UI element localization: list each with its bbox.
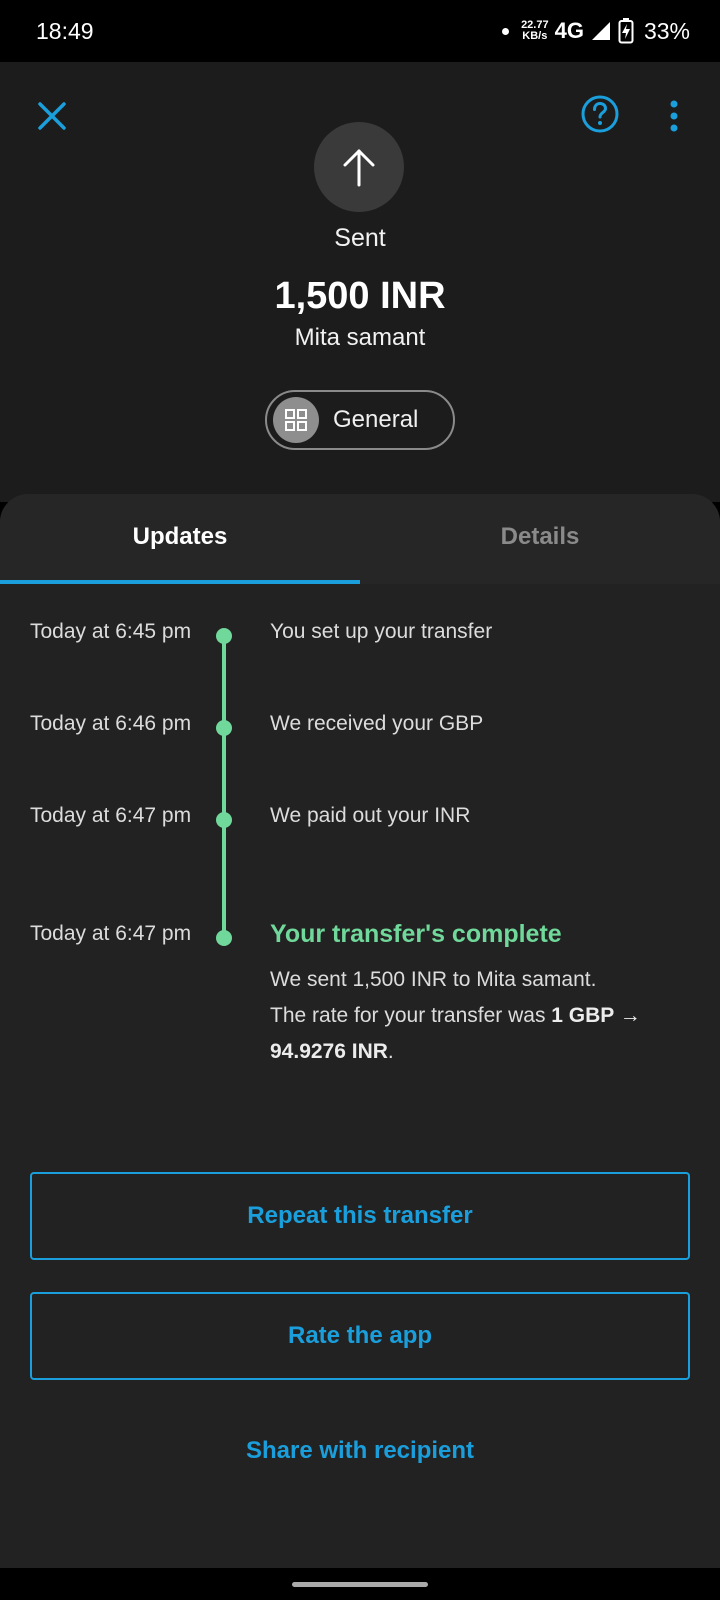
timeline-event-text: We paid out your INR (270, 804, 471, 827)
timeline-dot (216, 720, 232, 736)
timeline-time: Today at 6:46 pm (30, 712, 192, 735)
transfer-complete-summary: We sent 1,500 INR to Mita samant. (270, 968, 597, 991)
transfer-sheet: Updates Details Today at 6:45 pm You set… (0, 494, 720, 1568)
timeline-time: Today at 6:45 pm (30, 620, 192, 643)
tab-updates[interactable]: Updates (0, 494, 360, 580)
status-time: 18:49 (36, 18, 94, 44)
home-gesture-handle[interactable] (292, 1582, 428, 1587)
close-icon (38, 102, 66, 130)
category-grid-icon (273, 397, 319, 443)
tab-details[interactable]: Details (360, 494, 720, 580)
status-bar: 18:49 22.77 KB/s 4G 33% (0, 0, 720, 62)
network-speed-unit: KB/s (522, 30, 548, 42)
help-button[interactable] (578, 92, 622, 136)
more-options-button[interactable] (664, 94, 684, 138)
transfer-header: Sent 1,500 INR Mita samant General (0, 62, 720, 502)
timeline-time: Today at 6:47 pm (30, 804, 192, 827)
help-icon (581, 95, 619, 133)
network-type: 4G (554, 18, 584, 43)
network-speed: 22.77 KB/s (521, 20, 549, 42)
system-nav-bar (0, 1568, 720, 1600)
signal-icon (591, 22, 610, 40)
active-tab-indicator (0, 580, 360, 584)
tab-bar: Updates Details (0, 494, 720, 584)
sent-status-icon-circle (314, 122, 404, 212)
transfer-rate-prefix: The rate for your transfer was (270, 1004, 546, 1027)
transfer-complete-details: We sent 1,500 INR to Mita samant. The ra… (270, 962, 680, 1070)
repeat-transfer-button[interactable]: Repeat this transfer (30, 1172, 690, 1260)
timeline-event-text: You set up your transfer (270, 620, 493, 643)
battery-percent: 33% (643, 17, 690, 44)
transfer-complete-title: Your transfer's complete (270, 920, 562, 948)
timeline-time: Today at 6:47 pm (30, 922, 192, 945)
share-with-recipient-button[interactable]: Share with recipient (0, 1437, 720, 1465)
recipient-name: Mita samant (294, 324, 426, 351)
transfer-rate-suffix: . (387, 1040, 394, 1063)
arrow-up-icon (343, 149, 375, 187)
more-vert-icon (670, 100, 678, 132)
rate-app-button[interactable]: Rate the app (30, 1292, 690, 1380)
close-button[interactable] (30, 94, 74, 138)
timeline-line (222, 636, 226, 944)
category-label: General (333, 406, 419, 433)
timeline-dot-complete (216, 930, 232, 946)
category-chip[interactable]: General (265, 390, 455, 450)
transfer-status: Sent (334, 224, 386, 252)
transfer-rate-line: The rate for your transfer was 1 GBP → 9… (270, 998, 680, 1070)
timeline-event-text: We received your GBP (270, 712, 484, 735)
transfer-amount: 1,500 INR (274, 275, 446, 317)
notification-dot-icon (502, 27, 510, 35)
timeline-dot (216, 628, 232, 644)
status-icons: 22.77 KB/s 4G 33% (502, 16, 690, 46)
battery-charging-icon (618, 18, 634, 44)
timeline-dot (216, 812, 232, 828)
